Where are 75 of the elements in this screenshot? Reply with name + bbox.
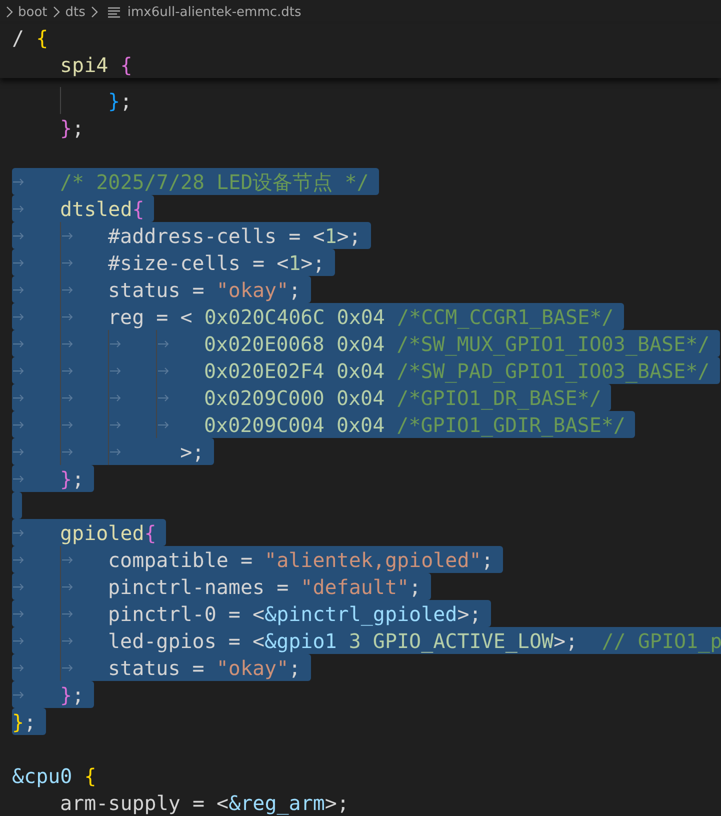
tab-marker-icon xyxy=(13,340,25,348)
code-line: }; xyxy=(12,710,36,734)
tab-marker-icon xyxy=(110,394,122,402)
tab-marker-icon xyxy=(62,286,74,294)
tab-marker-icon xyxy=(62,258,74,266)
breadcrumb-item[interactable]: imx6ull-alientek-emmc.dts xyxy=(127,4,302,20)
code-line: status = "okay"; xyxy=(108,278,301,302)
chevron-icon xyxy=(4,6,14,18)
tab-marker-icon xyxy=(13,528,25,536)
tab-marker-icon xyxy=(62,556,74,564)
code-line: pinctrl-0 = <&pinctrl_gpioled>; xyxy=(108,602,482,626)
tab-marker-icon xyxy=(62,366,74,374)
tab-marker-icon xyxy=(158,340,170,348)
tab-marker-icon xyxy=(110,366,122,374)
breadcrumb-item[interactable]: dts xyxy=(65,4,86,20)
tab-marker-icon xyxy=(13,636,25,644)
code-line: spi4 { xyxy=(60,52,132,76)
tab-marker-icon xyxy=(13,690,25,698)
tab-marker-icon xyxy=(62,610,74,618)
code-line: gpioled{ xyxy=(60,520,156,544)
chevron-icon xyxy=(89,6,100,18)
code-line: #address-cells = <1>; xyxy=(108,224,361,248)
tab-marker-icon xyxy=(13,258,25,266)
tab-marker-icon xyxy=(62,420,74,428)
tab-marker-icon xyxy=(13,232,25,240)
code-line: 0x0209C004 0x04 /*GPIO1_GDIR_BASE*/ xyxy=(204,412,626,436)
tab-marker-icon xyxy=(110,448,122,456)
code-line: 0x020E0068 0x04 /*SW_MUX_GPIO1_IO03_BASE*/ xyxy=(204,332,710,356)
tab-marker-icon xyxy=(62,636,74,644)
tab-marker-icon xyxy=(62,340,74,348)
code-line: }; xyxy=(60,682,84,706)
tab-marker-icon xyxy=(110,420,122,428)
code-line: compatible = "alientek,gpioled"; xyxy=(108,548,494,572)
breadcrumb-item[interactable]: boot xyxy=(18,4,48,20)
tab-marker-icon xyxy=(13,448,25,456)
code-line: / { xyxy=(12,26,48,50)
code-line: }; xyxy=(108,88,132,112)
tab-marker-icon xyxy=(13,394,25,402)
tab-marker-icon xyxy=(13,474,25,482)
tab-marker-icon xyxy=(158,420,170,428)
tab-marker-icon xyxy=(13,664,25,672)
tab-marker-icon xyxy=(158,366,170,374)
tab-marker-icon xyxy=(13,204,25,212)
tab-marker-icon xyxy=(13,286,25,294)
code-line: #size-cells = <1>; xyxy=(108,250,325,274)
tab-marker-icon xyxy=(13,610,25,618)
file-icon xyxy=(107,6,122,18)
code-line: led-gpios = <&gpio1 3 GPIO_ACTIVE_LOW>; // GPIO1_p xyxy=(108,628,721,652)
code-line: 0x020E02F4 0x04 /*SW_PAD_GPIO1_IO03_BASE*/ xyxy=(204,358,710,382)
tab-marker-icon xyxy=(13,582,25,590)
code-line: /* 2025/7/28 LED设备节点 */ xyxy=(60,170,369,194)
code-line: arm-supply = <&reg_arm>; xyxy=(60,790,349,814)
code-line: }; xyxy=(60,116,84,140)
tab-marker-icon xyxy=(110,340,122,348)
tab-marker-icon xyxy=(62,664,74,672)
code-line: >; xyxy=(179,440,204,464)
tab-marker-icon xyxy=(62,312,74,320)
code-line: status = "okay"; xyxy=(108,656,301,680)
tab-marker-icon xyxy=(62,448,74,456)
code-line: dtsled{ xyxy=(60,196,144,220)
tab-marker-icon xyxy=(62,582,74,590)
tab-marker-icon xyxy=(13,420,25,428)
code-line: &cpu0 { xyxy=(12,764,96,788)
tab-marker-icon xyxy=(62,394,74,402)
code-line: pinctrl-names = "default"; xyxy=(108,574,422,598)
tab-marker-icon xyxy=(13,312,25,320)
chevron-icon xyxy=(51,6,62,18)
tab-marker-icon xyxy=(62,232,74,240)
code-line: }; xyxy=(60,466,84,490)
tab-marker-icon xyxy=(13,178,25,186)
tab-marker-icon xyxy=(158,394,170,402)
tab-marker-icon xyxy=(13,556,25,564)
tab-marker-icon xyxy=(13,366,25,374)
code-line: reg = < 0x020C406C 0x04 /*CCM_CCGR1_BASE*/ xyxy=(108,304,614,328)
code-line: 0x0209C000 0x04 /*GPIO1_DR_BASE*/ xyxy=(204,386,602,410)
